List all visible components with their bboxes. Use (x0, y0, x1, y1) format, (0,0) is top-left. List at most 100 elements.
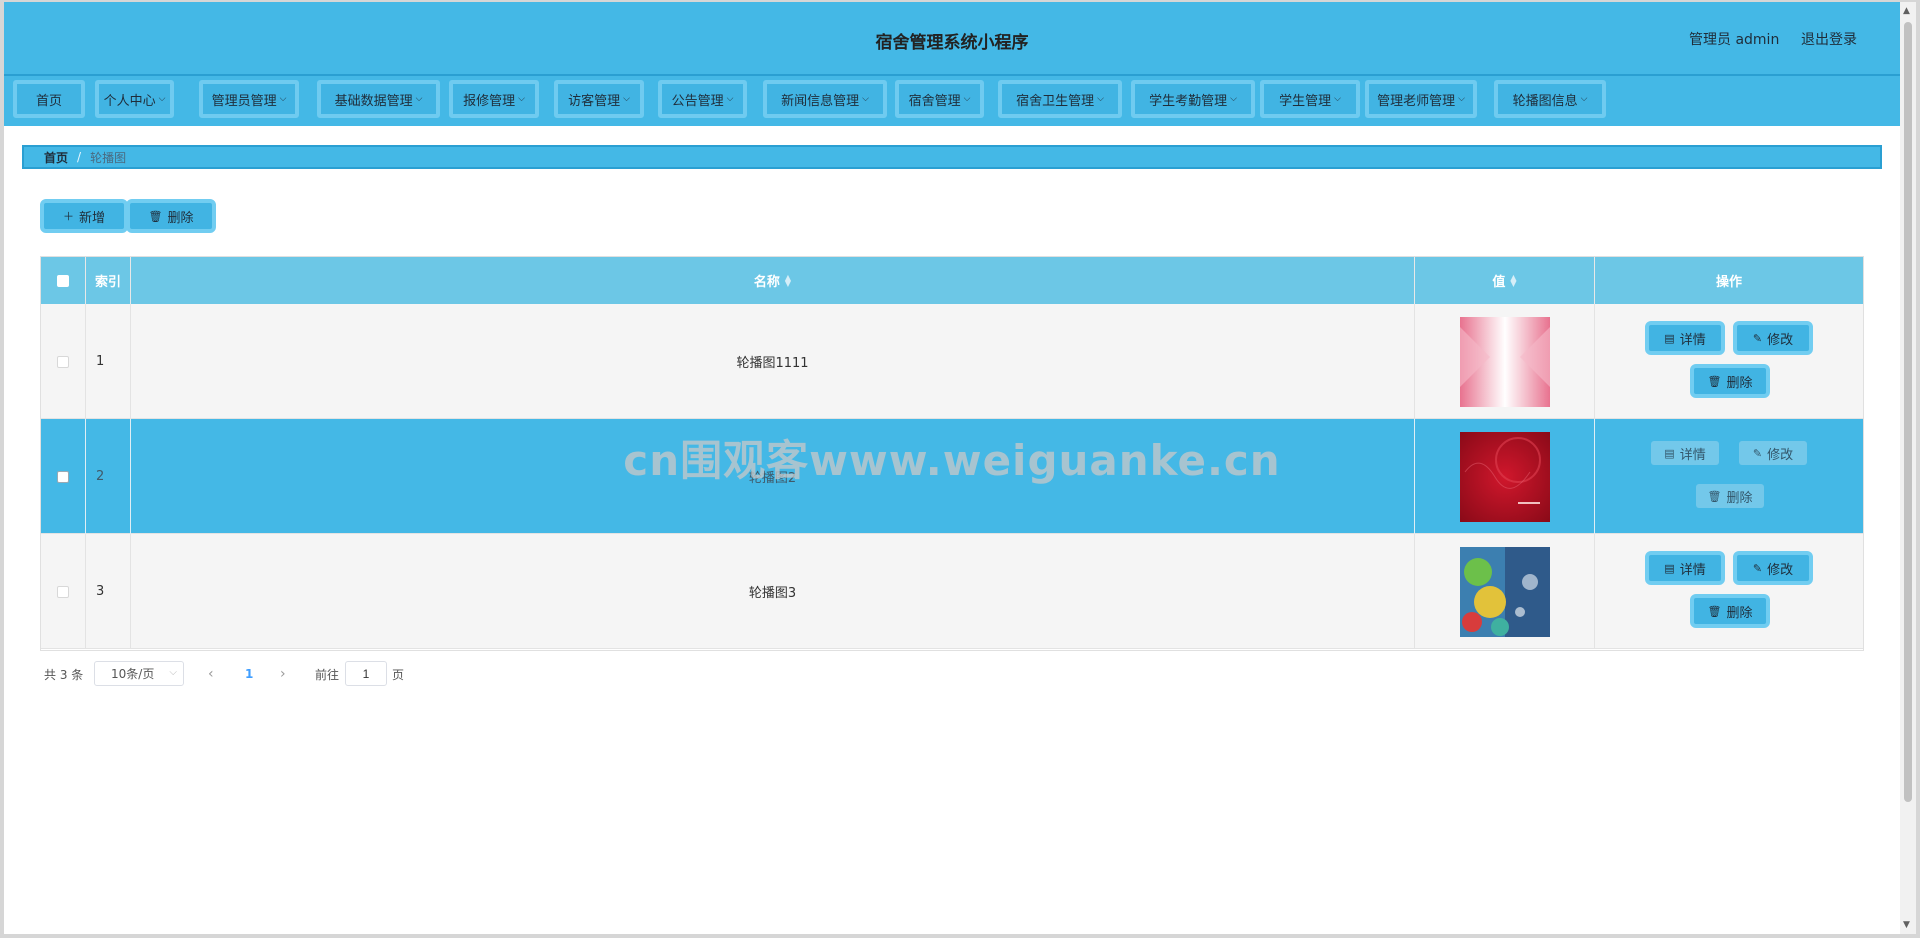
nav-item-student[interactable]: 学生管理 ⌵ (1260, 80, 1360, 118)
row-checkbox[interactable] (57, 355, 69, 368)
breadcrumb: 首页 / 轮播图 (22, 145, 1882, 169)
nav-item-teacher[interactable]: 管理老师管理 ⌵ (1365, 80, 1477, 118)
nav-item-news[interactable]: 新闻信息管理 ⌵ (763, 80, 887, 118)
row-actions: ▤ 详情 ✎ 修改 🗑 删除 (1595, 304, 1863, 419)
nav-item-attendance[interactable]: 学生考勤管理 ⌵ (1131, 80, 1255, 118)
scroll-thumb[interactable] (1904, 22, 1912, 802)
edit-button[interactable]: ✎ 修改 (1739, 441, 1807, 465)
colorful-banner-thumbnail[interactable] (1459, 546, 1550, 637)
edit-label: 修改 (1767, 447, 1794, 463)
column-value[interactable]: 值 ▲ ▼ (1415, 257, 1595, 304)
pink-banner-thumbnail[interactable] (1459, 316, 1550, 407)
column-actions: 操作 (1715, 275, 1742, 290)
document-icon: ▤ (1664, 561, 1675, 575)
chevron-down-icon: ⌵ (169, 667, 177, 678)
nav-label: 基础数据管理 (334, 93, 413, 109)
chevron-down-icon: ⌵ (726, 94, 734, 104)
row-index: 1 (86, 304, 131, 419)
sort-icon[interactable]: ▲ ▼ (785, 273, 791, 287)
pencil-icon: ✎ (1752, 446, 1763, 460)
nav-item-repair[interactable]: 报修管理 ⌵ (449, 80, 539, 118)
nav-item-dorm[interactable]: 宿舍管理 ⌵ (895, 80, 984, 118)
detail-label: 详情 (1679, 562, 1706, 578)
nav-label: 个人中心 (103, 93, 156, 109)
nav-label: 新闻信息管理 (781, 93, 860, 109)
nav-item-admin[interactable]: 管理员管理 ⌵ (199, 80, 299, 118)
edit-button[interactable]: ✎ 修改 (1733, 321, 1813, 355)
goto-page-input[interactable] (345, 661, 387, 686)
nav-item-basic-data[interactable]: 基础数据管理 ⌵ (317, 80, 440, 118)
detail-label: 详情 (1679, 447, 1706, 463)
top-header: 宿舍管理系统小程序 管理员 admin 退出登录 (4, 2, 1900, 74)
select-all-checkbox[interactable] (57, 274, 69, 287)
prev-page-button[interactable]: ‹ (208, 662, 214, 686)
nav-label: 管理员管理 (211, 93, 277, 109)
table-row[interactable]: 3 轮播图3 ▤ 详情 ✎ 修改 🗑 删除 (41, 534, 1863, 649)
chevron-down-icon: ⌵ (1097, 94, 1104, 104)
row-value (1415, 419, 1595, 534)
trash-icon: 🗑 (1707, 489, 1722, 503)
row-checkbox[interactable] (57, 470, 69, 483)
scroll-down-icon[interactable]: ▼ (1903, 920, 1910, 930)
batch-delete-button[interactable]: 🗑 删除 (126, 199, 216, 233)
breadcrumb-current: 轮播图 (90, 150, 127, 165)
column-name-label: 名称 (753, 275, 780, 290)
delete-label: 删除 (1726, 605, 1753, 621)
nav-item-profile[interactable]: 个人中心 ⌵ (95, 80, 174, 118)
nav-label: 管理老师管理 (1377, 93, 1456, 109)
sort-icon[interactable]: ▲ ▼ (1510, 273, 1516, 287)
table-row[interactable]: 1 轮播图1111 ▤ 详情 ✎ 修改 🗑 删除 (41, 304, 1863, 419)
nav-label: 首页 (35, 93, 62, 109)
nav-label: 访客管理 (568, 93, 621, 109)
trash-icon: 🗑 (148, 209, 163, 223)
table-row[interactable]: 2 轮播图2 ▤ 详情 ✎ 修改 🗑 删除 (41, 419, 1863, 534)
chevron-down-icon: ⌵ (1334, 94, 1341, 104)
nav-item-visitor[interactable]: 访客管理 ⌵ (554, 80, 644, 118)
row-checkbox[interactable] (57, 585, 69, 598)
chevron-down-icon: ⌵ (158, 94, 166, 104)
red-banner-thumbnail[interactable] (1459, 431, 1550, 522)
delete-label: 删除 (1726, 375, 1753, 391)
row-index: 3 (86, 534, 131, 649)
nav-label: 报修管理 (463, 93, 516, 109)
trash-icon: 🗑 (1707, 604, 1722, 618)
next-page-button[interactable]: › (280, 662, 286, 686)
current-user: 管理员 admin (1689, 32, 1780, 48)
row-actions: ▤ 详情 ✎ 修改 🗑 删除 (1595, 419, 1863, 534)
page-size-select[interactable]: 10条/页 ⌵ (94, 661, 184, 686)
delete-button[interactable]: 🗑 删除 (1690, 594, 1770, 628)
nav-item-notice[interactable]: 公告管理 ⌵ (658, 80, 747, 118)
add-button[interactable]: ＋ 新增 (40, 199, 128, 233)
logout-link[interactable]: 退出登录 (1801, 29, 1857, 49)
row-value (1415, 534, 1595, 649)
nav-item-carousel[interactable]: 轮播图信息 ⌵ (1494, 80, 1606, 118)
main-nav: 首页 个人中心 ⌵ 管理员管理 ⌵ 基础数据管理 ⌵ 报修管理 ⌵ 访客管理 ⌵ 公告管理… (4, 76, 1900, 126)
detail-button[interactable]: ▤ 详情 (1645, 551, 1725, 585)
row-select-cell (41, 534, 86, 649)
document-icon: ▤ (1664, 446, 1675, 460)
nav-label: 公告管理 (671, 93, 724, 109)
edit-label: 修改 (1767, 562, 1794, 578)
nav-item-dorm-hygiene[interactable]: 宿舍卫生管理 ⌵ (998, 80, 1122, 118)
row-select-cell (41, 304, 86, 419)
vertical-scrollbar[interactable]: ▲ ▼ (1900, 2, 1916, 934)
row-select-cell (41, 419, 86, 534)
delete-button[interactable]: 🗑 删除 (1690, 364, 1770, 398)
breadcrumb-home[interactable]: 首页 (44, 149, 68, 166)
document-icon: ▤ (1664, 331, 1675, 345)
app-frame: 宿舍管理系统小程序 管理员 admin 退出登录 首页 个人中心 ⌵ 管理员管理 ⌵… (4, 2, 1900, 934)
nav-label: 学生管理 (1279, 93, 1332, 109)
row-index: 2 (86, 419, 131, 534)
pagination-total: 共 3 条 (44, 667, 84, 682)
detail-button[interactable]: ▤ 详情 (1651, 441, 1719, 465)
current-page[interactable]: 1 (245, 662, 253, 686)
column-name[interactable]: 名称 ▲ ▼ (131, 257, 1415, 304)
edit-button[interactable]: ✎ 修改 (1733, 551, 1813, 585)
nav-item-home[interactable]: 首页 (13, 80, 85, 118)
detail-button[interactable]: ▤ 详情 (1645, 321, 1725, 355)
scroll-up-icon[interactable]: ▲ (1903, 6, 1910, 16)
nav-label: 学生考勤管理 (1149, 93, 1228, 109)
row-name: 轮播图2 (131, 419, 1415, 534)
delete-button[interactable]: 🗑 删除 (1696, 484, 1764, 508)
chevron-down-icon: ⌵ (1458, 94, 1465, 104)
